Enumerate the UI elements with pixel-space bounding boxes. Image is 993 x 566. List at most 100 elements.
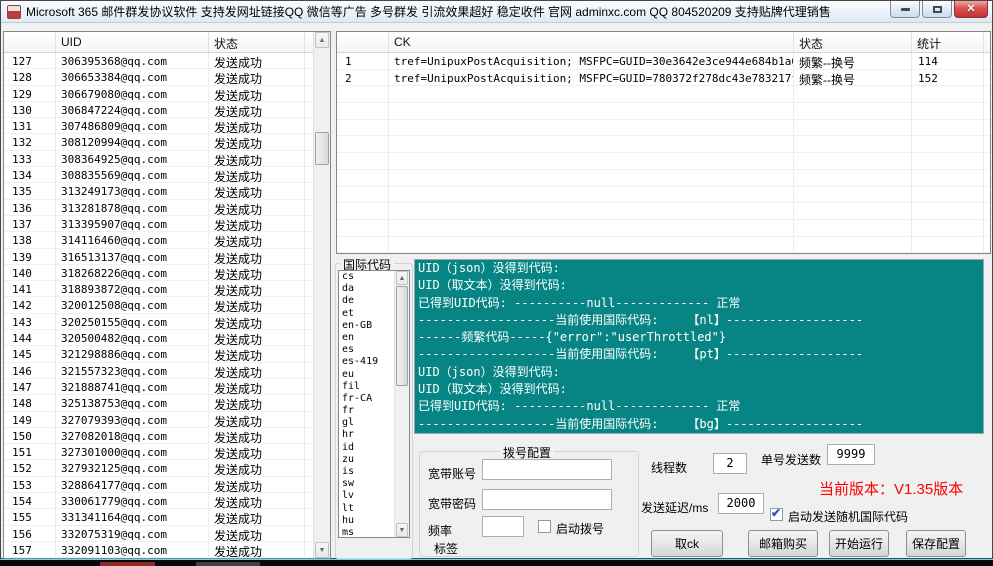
table-row[interactable]: 131 307486809@qq.com 发送成功	[4, 118, 313, 135]
header-status[interactable]: 状态	[209, 32, 305, 52]
table-row[interactable]	[337, 153, 990, 170]
table-row[interactable]: 155 331341164@qq.com 发送成功	[4, 509, 313, 526]
get-ck-button[interactable]: 取ck	[651, 530, 723, 557]
status-cell: 发送成功	[209, 330, 305, 347]
table-row[interactable]: 138 314116460@qq.com 发送成功	[4, 232, 313, 249]
filler-cell	[305, 151, 313, 168]
table-row[interactable]: 137 313395907@qq.com 发送成功	[4, 215, 313, 233]
table-row[interactable]: 156 332075319@qq.com 发送成功	[4, 525, 313, 542]
count-cell	[912, 153, 984, 170]
table-row[interactable]: 140 318268226@qq.com 发送成功	[4, 264, 313, 282]
table-row[interactable]: 152 327932125@qq.com 发送成功	[4, 460, 313, 477]
table-row[interactable]	[337, 136, 990, 154]
ck-cell	[389, 103, 794, 120]
scroll-thumb[interactable]	[315, 132, 329, 165]
filler-cell	[984, 170, 990, 187]
table-row[interactable]: 141 318893872@qq.com 发送成功	[4, 281, 313, 298]
per-account-input[interactable]: 9999	[827, 444, 875, 465]
intl-list-scrollbar[interactable]: ▲ ▼	[394, 271, 409, 537]
save-config-button[interactable]: 保存配置	[906, 530, 966, 557]
status-cell: 发送成功	[209, 460, 305, 477]
table-row[interactable]	[337, 203, 990, 220]
header-index[interactable]	[337, 32, 389, 52]
status-cell: 发送成功	[209, 411, 305, 428]
scroll-down-icon[interactable]: ▼	[315, 542, 329, 558]
table-row[interactable]: 147 321888741@qq.com 发送成功	[4, 378, 313, 396]
filler-cell	[984, 203, 990, 220]
table-row[interactable]	[337, 86, 990, 104]
table-row[interactable]: 151 327301000@qq.com 发送成功	[4, 444, 313, 461]
table-row[interactable]: 148 325138753@qq.com 发送成功	[4, 395, 313, 412]
table-row[interactable]: 145 321298886@qq.com 发送成功	[4, 346, 313, 363]
table-row[interactable]	[337, 169, 990, 187]
threads-input[interactable]: 2	[713, 453, 747, 474]
uid-cell: 321557323@qq.com	[56, 362, 209, 379]
table-row[interactable]: 146 321557323@qq.com 发送成功	[4, 362, 313, 379]
scroll-up-icon[interactable]: ▲	[315, 32, 329, 48]
table-row[interactable]: 136 313281878@qq.com 发送成功	[4, 199, 313, 216]
table-row[interactable]	[337, 219, 990, 237]
start-dial-checkbox[interactable]	[538, 520, 551, 533]
row-index	[337, 169, 389, 187]
table-row[interactable]: 129 306679080@qq.com 发送成功	[4, 85, 313, 102]
status-cell: 发送成功	[209, 541, 305, 558]
header-count[interactable]: 统计	[912, 32, 984, 52]
table-row[interactable]	[337, 236, 990, 253]
table-row[interactable]: 2 tref=UnipuxPostAcquisition; MSFPC=GUID=…	[337, 69, 990, 87]
uid-cell: 318893872@qq.com	[56, 281, 209, 298]
table-row[interactable]	[337, 119, 990, 137]
table-row[interactable]: 135 313249173@qq.com 发送成功	[4, 183, 313, 200]
table-row[interactable]: 143 320250155@qq.com 发送成功	[4, 313, 313, 331]
titlebar: Microsoft 365 邮件群发协议软件 支持发网址链接QQ 微信等广告 多…	[1, 1, 992, 23]
scroll-down-icon[interactable]: ▼	[396, 523, 408, 537]
status-cell: 发送成功	[209, 395, 305, 412]
header-ck[interactable]: CK	[389, 32, 794, 52]
status-cell: 发送成功	[209, 509, 305, 526]
row-index	[337, 119, 389, 137]
table-row[interactable]: 142 320012508@qq.com 发送成功	[4, 297, 313, 314]
count-cell	[912, 86, 984, 104]
table-row[interactable]: 150 327082018@qq.com 发送成功	[4, 427, 313, 445]
table-row[interactable]: 153 328864177@qq.com 发送成功	[4, 476, 313, 494]
table-row[interactable]: 132 308120994@qq.com 发送成功	[4, 134, 313, 151]
table-row[interactable]: 134 308835569@qq.com 发送成功	[4, 167, 313, 184]
status-cell	[794, 86, 912, 104]
table-row[interactable]: 128 306653384@qq.com 发送成功	[4, 69, 313, 86]
start-run-button[interactable]: 开始运行	[829, 530, 889, 557]
minimize-button[interactable]	[890, 1, 920, 18]
maximize-button[interactable]	[922, 1, 952, 18]
broadband-password-input[interactable]	[482, 489, 612, 510]
log-line: UID（取文本）没得到代码:	[418, 278, 567, 293]
table-row[interactable]	[337, 103, 990, 120]
scroll-thumb[interactable]	[396, 286, 408, 386]
table-row[interactable]: 157 332091103@qq.com 发送成功	[4, 541, 313, 558]
table-row[interactable]: 154 330061779@qq.com 发送成功	[4, 493, 313, 510]
ck-cell	[389, 203, 794, 220]
close-button[interactable]: ✕	[954, 1, 988, 18]
header-index[interactable]	[4, 32, 56, 52]
filler-cell	[984, 153, 990, 170]
log-line: ------频繁代码-----{"error":"userThrottled"}	[418, 330, 727, 345]
table-row[interactable]	[337, 186, 990, 204]
table-row[interactable]: 127 306395368@qq.com 发送成功	[4, 53, 313, 70]
start-dial-label: 启动拨号	[556, 522, 605, 536]
row-index: 134	[4, 167, 56, 184]
table-row[interactable]: 1 tref=UnipuxPostAcquisition; MSFPC=GUID=…	[337, 53, 990, 70]
table-row[interactable]: 139 316513137@qq.com 发送成功	[4, 248, 313, 265]
delay-label: 发送延迟/ms	[641, 501, 709, 515]
uid-table-scrollbar[interactable]: ▲ ▼	[313, 32, 330, 558]
table-row[interactable]: 144 320500482@qq.com 发送成功	[4, 330, 313, 347]
header-uid[interactable]: UID	[56, 32, 209, 52]
random-code-label: 启动发送随机国际代码	[788, 510, 909, 524]
table-row[interactable]: 130 306847224@qq.com 发送成功	[4, 101, 313, 119]
buy-mailbox-button[interactable]: 邮箱购买	[748, 530, 818, 557]
table-row[interactable]: 149 327079393@qq.com 发送成功	[4, 411, 313, 428]
table-row[interactable]: 133 308364925@qq.com 发送成功	[4, 150, 313, 168]
delay-input[interactable]: 2000	[718, 493, 764, 514]
frequency-input[interactable]	[482, 516, 524, 537]
uid-cell: 325138753@qq.com	[56, 395, 209, 412]
broadband-account-input[interactable]	[482, 459, 612, 480]
random-code-checkbox[interactable]: ✔	[770, 506, 783, 521]
scroll-up-icon[interactable]: ▲	[396, 271, 408, 285]
header-status[interactable]: 状态	[794, 32, 912, 52]
